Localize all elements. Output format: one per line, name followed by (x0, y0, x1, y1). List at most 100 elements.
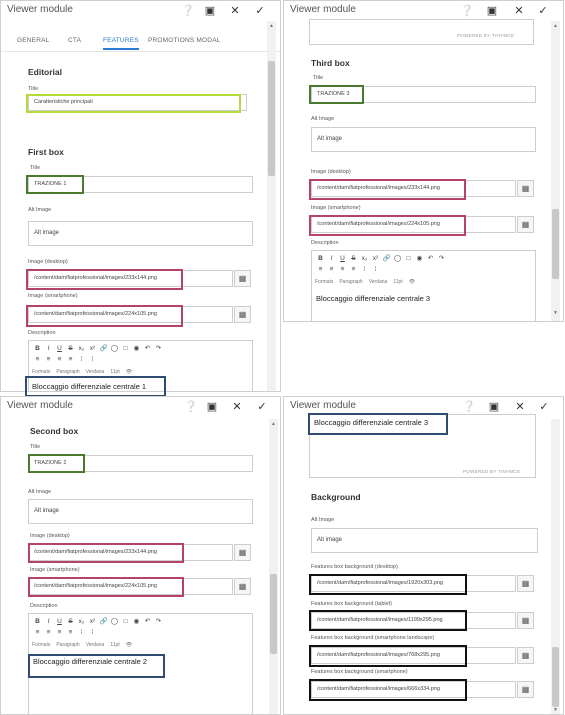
italic-icon[interactable]: I (43, 618, 54, 625)
superscript-icon[interactable]: x² (87, 618, 98, 625)
preview-icon[interactable]: 👁 (126, 369, 132, 375)
size-dropdown[interactable]: 11pt (110, 369, 119, 375)
tab-features[interactable]: FEATURES (103, 37, 139, 50)
browse-icon[interactable]: ▦ (517, 575, 534, 592)
bg-smartphone-input[interactable]: /content/dam/fiatprofessional/images/666… (311, 681, 516, 698)
align-center-icon[interactable]: ≡ (326, 266, 337, 273)
preview-icon[interactable]: 👁 (126, 642, 132, 648)
align-center-icon[interactable]: ≡ (43, 356, 54, 363)
box3-image-desktop-input[interactable]: /content/dam/fiatprofessional/images/233… (311, 180, 516, 197)
unlink-icon[interactable]: ◯ (109, 617, 120, 625)
align-right-icon[interactable]: ≡ (54, 629, 65, 636)
find-icon[interactable]: ◉ (131, 344, 142, 352)
help-icon[interactable]: ❔ (462, 400, 476, 414)
scrollbar[interactable]: ▲ (269, 419, 278, 714)
underline-icon[interactable]: U (54, 618, 65, 625)
block-dropdown[interactable]: Paragraph (339, 279, 362, 285)
numbered-list-icon[interactable]: ⁞ (370, 266, 381, 273)
box2-image-smartphone-input[interactable]: /content/dam/fiatprofessional/images/224… (28, 578, 233, 595)
browse-icon[interactable]: ▦ (517, 681, 534, 698)
formats-dropdown[interactable]: Formats (315, 279, 333, 285)
underline-icon[interactable]: U (337, 255, 348, 262)
strikethrough-icon[interactable]: S (65, 345, 76, 352)
align-right-icon[interactable]: ≡ (54, 356, 65, 363)
fullscreen-icon[interactable]: ▣ (485, 4, 499, 18)
check-icon[interactable]: ✓ (253, 4, 267, 18)
scroll-thumb[interactable] (270, 574, 277, 654)
fullscreen-icon[interactable]: ▣ (203, 4, 217, 18)
superscript-icon[interactable]: x² (370, 255, 381, 262)
scroll-down-icon[interactable]: ▼ (551, 310, 560, 316)
align-center-icon[interactable]: ≡ (43, 629, 54, 636)
undo-icon[interactable]: ↶ (142, 617, 153, 625)
close-icon[interactable]: ✕ (512, 4, 526, 18)
box3-alt-input[interactable]: Alt image (311, 127, 536, 152)
help-icon[interactable]: ❔ (460, 4, 474, 18)
bg-desktop-input[interactable]: /content/dam/fiatprofessional/images/192… (311, 575, 516, 592)
tab-promotions-modal[interactable]: PROMOTIONS MODAL (148, 37, 221, 44)
justify-icon[interactable]: ≡ (65, 356, 76, 363)
box2-description-editor[interactable]: B I U Sx₂ x² 🔗 ◯ □ ◉ ↶ ↷ ≡ ≡ ≡ ≡ ⁞ ⁞ Formats Paragraph Ve… (28, 613, 253, 714)
find-icon[interactable]: ◉ (131, 617, 142, 625)
fullscreen-icon[interactable]: ▣ (205, 400, 219, 414)
bullet-list-icon[interactable]: ⁞ (76, 629, 87, 636)
bold-icon[interactable]: B (315, 255, 326, 262)
block-dropdown[interactable]: Paragraph (56, 642, 79, 648)
box3-title-input[interactable]: TRAZIONE 3 (311, 86, 536, 103)
scroll-thumb[interactable] (552, 647, 559, 707)
scroll-thumb[interactable] (268, 61, 275, 176)
link-icon[interactable]: 🔗 (98, 617, 109, 625)
tab-cta[interactable]: CTA (68, 37, 81, 44)
box3-image-smartphone-input[interactable]: /content/dam/fiatprofessional/images/224… (311, 216, 516, 233)
bg-tablet-input[interactable]: /content/dam/fiatprofessional/images/119… (311, 612, 516, 629)
bg-landscape-input[interactable]: /content/dam/fiatprofessional/images/768… (311, 647, 516, 664)
redo-icon[interactable]: ↷ (153, 617, 164, 625)
formats-dropdown[interactable]: Formats (32, 369, 50, 375)
bold-icon[interactable]: B (32, 345, 43, 352)
formats-dropdown[interactable]: Formats (32, 642, 50, 648)
box2-alt-input[interactable]: Alt image (28, 499, 253, 524)
browse-icon[interactable]: ▦ (234, 578, 251, 595)
browse-icon[interactable]: ▦ (517, 216, 534, 233)
link-icon[interactable]: 🔗 (98, 344, 109, 352)
align-left-icon[interactable]: ≡ (315, 266, 326, 273)
browse-icon[interactable]: ▦ (234, 270, 251, 287)
subscript-icon[interactable]: x₂ (359, 255, 370, 262)
bookmark-icon[interactable]: □ (120, 345, 131, 352)
size-dropdown[interactable]: 11pt (393, 279, 402, 285)
browse-icon[interactable]: ▦ (517, 647, 534, 664)
align-left-icon[interactable]: ≡ (32, 629, 43, 636)
tab-general[interactable]: GENERAL (17, 37, 49, 44)
bullet-list-icon[interactable]: ⁞ (76, 356, 87, 363)
box1-image-desktop-input[interactable]: /content/dam/fiatprofessional/images/233… (28, 270, 233, 287)
numbered-list-icon[interactable]: ⁞ (87, 629, 98, 636)
size-dropdown[interactable]: 11pt (110, 642, 119, 648)
link-icon[interactable]: 🔗 (381, 254, 392, 262)
redo-icon[interactable]: ↷ (153, 344, 164, 352)
box3-description-editor[interactable]: B I U Sx₂ x² 🔗 ◯ □ ◉ ↶ ↷ ≡ ≡ ≡ ≡ ⁞ ⁞ Formats Paragraph Ve… (311, 250, 536, 321)
block-dropdown[interactable]: Paragraph (56, 369, 79, 375)
close-icon[interactable]: ✕ (228, 4, 242, 18)
browse-icon[interactable]: ▦ (234, 544, 251, 561)
box2-image-desktop-input[interactable]: /content/dam/fiatprofessional/images/233… (28, 544, 233, 561)
italic-icon[interactable]: I (326, 255, 337, 262)
strikethrough-icon[interactable]: S (348, 255, 359, 262)
preview-icon[interactable]: 👁 (409, 279, 415, 285)
editorial-title-input[interactable]: Caratteristiche principali (28, 94, 247, 111)
browse-icon[interactable]: ▦ (517, 180, 534, 197)
scroll-thumb[interactable] (552, 209, 559, 279)
redo-icon[interactable]: ↷ (436, 254, 447, 262)
browse-icon[interactable]: ▦ (517, 612, 534, 629)
close-icon[interactable]: ✕ (230, 400, 244, 414)
box1-alt-input[interactable]: Alt image (28, 221, 253, 246)
unlink-icon[interactable]: ◯ (392, 254, 403, 262)
find-icon[interactable]: ◉ (414, 254, 425, 262)
check-icon[interactable]: ✓ (255, 400, 269, 414)
browse-icon[interactable]: ▦ (234, 306, 251, 323)
justify-icon[interactable]: ≡ (65, 629, 76, 636)
check-icon[interactable]: ✓ (536, 4, 550, 18)
background-alt-input[interactable]: Alt image (311, 528, 538, 553)
align-left-icon[interactable]: ≡ (32, 356, 43, 363)
box3-description-editor-tail[interactable]: Bloccaggio differenziale centrale 3 POWE… (309, 414, 536, 478)
check-icon[interactable]: ✓ (537, 400, 551, 414)
